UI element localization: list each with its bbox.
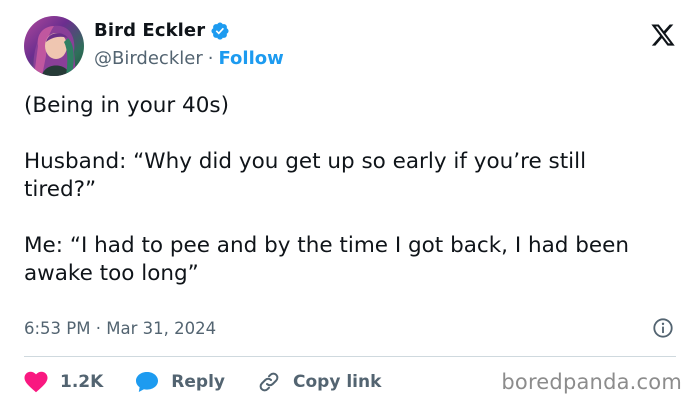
x-logo-icon[interactable]	[650, 22, 676, 48]
handle-row: @Birdeckler · Follow	[94, 48, 284, 69]
reply-button[interactable]: Reply	[135, 371, 225, 393]
like-count: 1.2K	[60, 372, 104, 392]
tweet-header: Bird Eckler @Birdeckler · Follow	[24, 16, 684, 78]
action-bar: 1.2K Reply Copy link	[24, 366, 413, 398]
display-name[interactable]: Bird Eckler	[94, 20, 205, 41]
like-button[interactable]: 1.2K	[24, 371, 103, 393]
info-icon[interactable]	[652, 317, 674, 339]
handle[interactable]: @Birdeckler	[94, 48, 203, 69]
follow-button[interactable]: Follow	[218, 48, 283, 69]
watermark: boredpanda.com	[501, 370, 682, 394]
copy-link-button[interactable]: Copy link	[257, 370, 381, 394]
tweet-line: Me: “I had to pee and by the time I got …	[24, 233, 630, 286]
reply-bubble-icon	[136, 372, 159, 392]
copy-link-label: Copy link	[293, 372, 382, 392]
divider	[24, 356, 676, 357]
name-row: Bird Eckler	[94, 20, 230, 41]
meta-row: 6:53 PM · Mar 31, 2024	[24, 317, 680, 341]
timestamp[interactable]: 6:53 PM · Mar 31, 2024	[24, 319, 216, 338]
tweet-line: Husband: “Why did you get up so early if…	[24, 149, 587, 202]
tweet-text: (Being in your 40s) Husband: “Why did yo…	[24, 92, 664, 288]
tweet-card: Bird Eckler @Birdeckler · Follow (Being …	[0, 0, 700, 410]
handle-separator: ·	[207, 48, 214, 69]
heart-icon	[24, 371, 48, 393]
reply-label: Reply	[171, 372, 225, 392]
link-icon	[259, 372, 279, 392]
avatar[interactable]	[24, 16, 84, 76]
tweet-line: (Being in your 40s)	[24, 93, 230, 118]
verified-badge-icon	[211, 21, 229, 40]
